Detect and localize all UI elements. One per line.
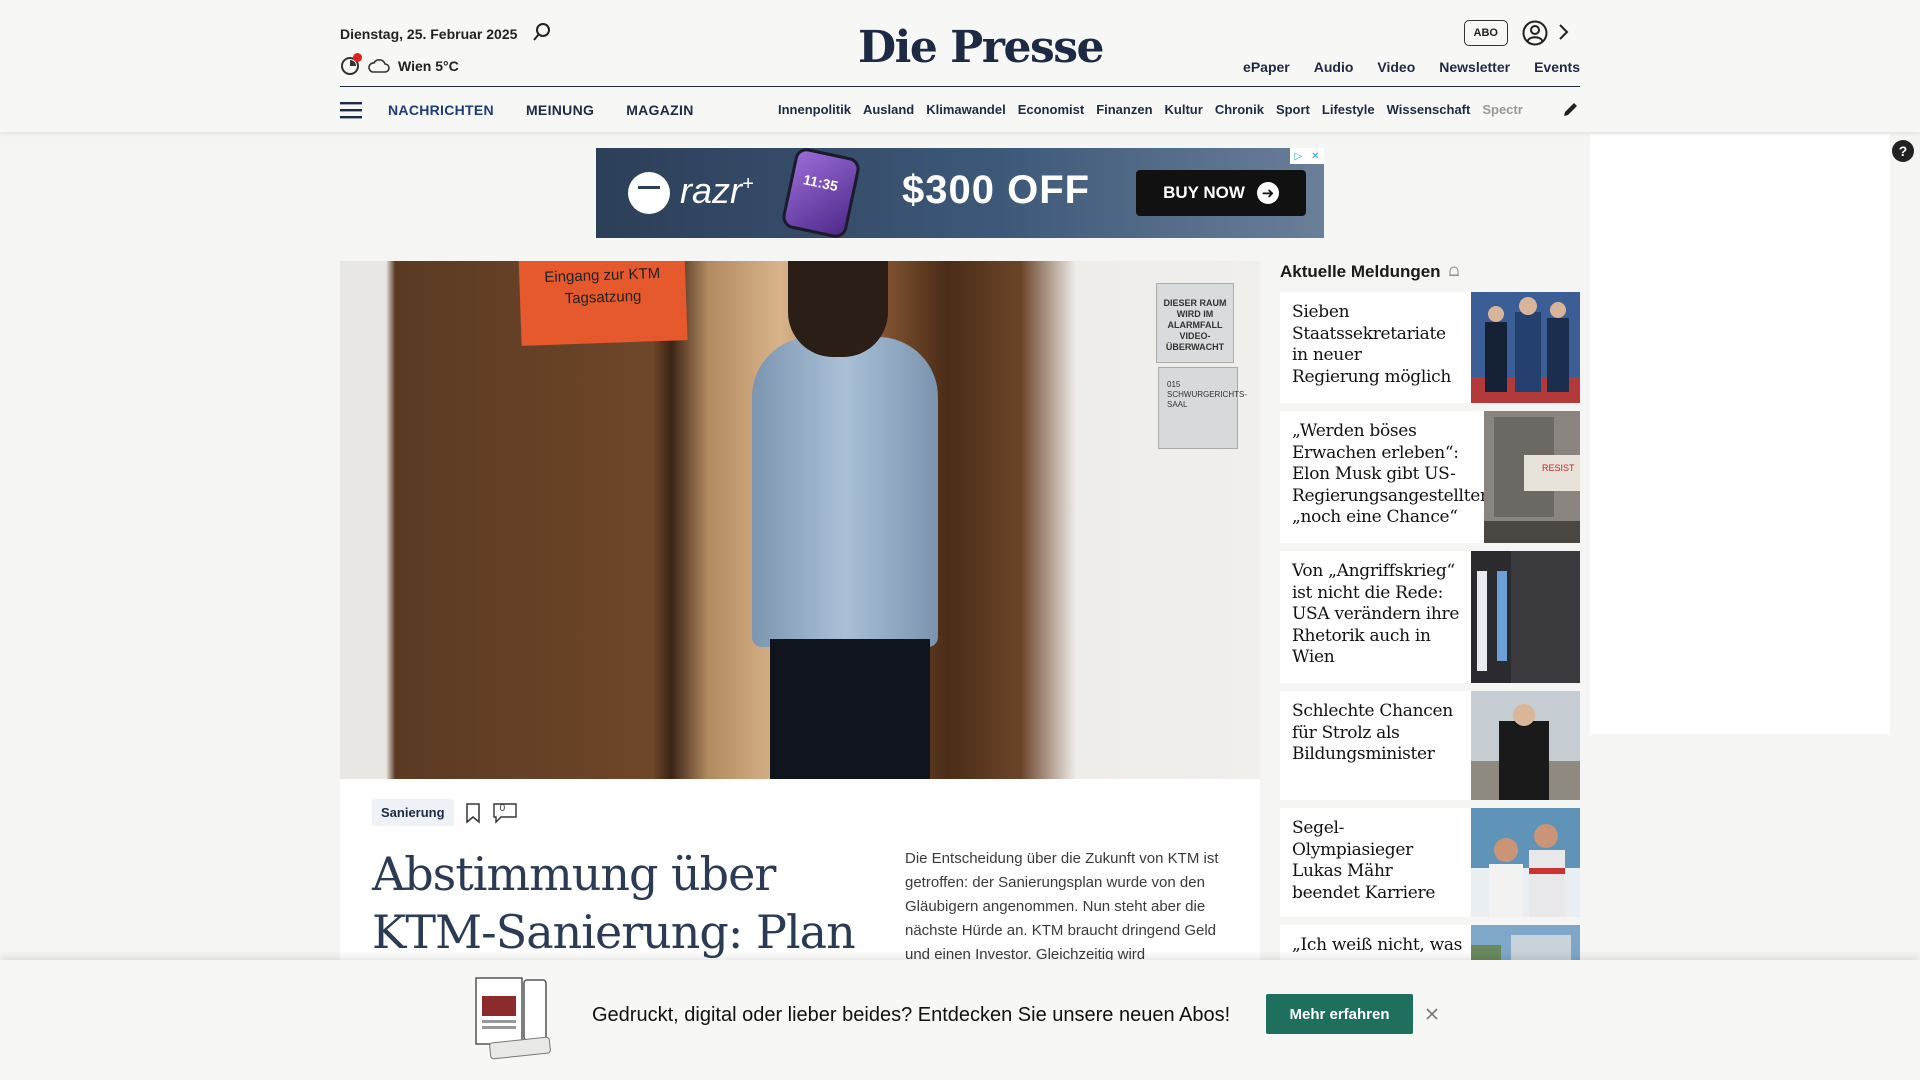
- pencil-icon[interactable]: [1562, 100, 1580, 118]
- subnav-sport[interactable]: Sport: [1276, 102, 1310, 117]
- learn-more-button[interactable]: Mehr erfahren: [1266, 994, 1413, 1034]
- nav-meinung[interactable]: MEINUNG: [526, 102, 594, 118]
- weather-label: Wien 5°C: [398, 58, 459, 74]
- news-item-title: Schlechte Chancen für Strolz als Bildung…: [1292, 701, 1453, 764]
- current-date: Dienstag, 25. Februar 2025: [340, 26, 518, 42]
- advertisement-banner[interactable]: razr+ 11:35 $300 OFF BUY NOW ➜ ▷ ✕: [596, 148, 1324, 238]
- news-item[interactable]: Schlechte Chancen für Strolz als Bildung…: [1280, 691, 1580, 800]
- weather-widget[interactable]: Wien 5°C: [340, 53, 459, 76]
- article-hero-image[interactable]: Eingang zur KTM Tagsatzung DIESER RAUM W…: [340, 261, 1260, 779]
- header-inner: Dienstag, 25. Februar 2025 Wien 5°C Die …: [340, 0, 1580, 132]
- hero-plaque-room: 015 SCHWURGERICHTS-SAAL: [1158, 367, 1247, 449]
- subnav-klimawandel[interactable]: Klimawandel: [926, 102, 1005, 117]
- link-events[interactable]: Events: [1534, 59, 1580, 75]
- news-thumbnail: RESIST: [1484, 411, 1580, 543]
- subnav-ausland[interactable]: Ausland: [863, 102, 914, 117]
- adchoices-icon[interactable]: ▷ ✕: [1290, 148, 1324, 164]
- link-epaper[interactable]: ePaper: [1243, 59, 1290, 75]
- subscription-banner: Gedruckt, digital oder lieber beides? En…: [0, 960, 1920, 1080]
- article-meta-row: Sanierung 0: [372, 799, 518, 826]
- news-item[interactable]: „Werden böses Erwachen erleben“: Elon Mu…: [1280, 411, 1580, 543]
- chevron-right-icon[interactable]: [1556, 22, 1570, 42]
- top-links: ePaper Audio Video Newsletter Events: [1243, 59, 1580, 75]
- subnav-wissenschaft[interactable]: Wissenschaft: [1387, 102, 1471, 117]
- subnav-lifestyle[interactable]: Lifestyle: [1322, 102, 1375, 117]
- category-tag[interactable]: Sanierung: [372, 799, 454, 826]
- news-item-title: Sieben Staatssekretariate in neuer Regie…: [1292, 302, 1452, 387]
- news-heading-label: Aktuelle Meldungen: [1280, 262, 1441, 281]
- ad-offer: $300 OFF: [902, 168, 1091, 212]
- news-thumbnail: [1471, 691, 1580, 800]
- hero-person-shirt: [752, 337, 938, 647]
- hero-person-head: [788, 261, 888, 357]
- news-item[interactable]: Sieben Staatssekretariate in neuer Regie…: [1280, 292, 1580, 403]
- news-section-heading: Aktuelle Meldungen: [1280, 262, 1461, 282]
- nav-nachrichten[interactable]: NACHRICHTEN: [388, 102, 494, 118]
- hero-sign: Eingang zur KTM Tagsatzung: [518, 261, 688, 346]
- newspaper-icon: [475, 977, 551, 1060]
- right-ad-slot: [1590, 134, 1890, 734]
- subnav-chronik[interactable]: Chronik: [1215, 102, 1264, 117]
- user-account-icon[interactable]: [1522, 20, 1548, 46]
- subscription-text: Gedruckt, digital oder lieber beides? En…: [592, 1004, 1231, 1026]
- hamburger-menu-icon[interactable]: [340, 101, 362, 119]
- news-item-title: Segel-Olympiasieger Lukas Mähr beendet K…: [1292, 818, 1436, 903]
- subnav-finanzen[interactable]: Finanzen: [1096, 102, 1152, 117]
- news-item-title: Von „Angriffskrieg“ ist nicht die Rede: …: [1292, 561, 1460, 667]
- subnav-spectrum[interactable]: Spectr: [1482, 102, 1522, 117]
- main-nav-items: NACHRICHTEN MEINUNG MAGAZIN: [388, 102, 694, 118]
- comment-icon[interactable]: 0: [492, 802, 518, 824]
- ad-buy-now-button[interactable]: BUY NOW ➜: [1136, 170, 1306, 216]
- ad-brand: razr+: [680, 170, 754, 211]
- notification-dot: [353, 53, 362, 62]
- news-item[interactable]: Von „Angriffskrieg“ ist nicht die Rede: …: [1280, 551, 1580, 683]
- close-icon[interactable]: [1422, 1004, 1442, 1024]
- motorola-logo-icon: [628, 172, 670, 214]
- link-newsletter[interactable]: Newsletter: [1439, 59, 1510, 75]
- news-thumbnail: [1471, 292, 1580, 403]
- help-icon[interactable]: ?: [1892, 140, 1914, 162]
- search-icon[interactable]: [532, 22, 552, 42]
- sub-nav-items: Innenpolitik Ausland Klimawandel Economi…: [778, 87, 1538, 132]
- site-logo[interactable]: Die Presse: [858, 22, 1104, 73]
- cloud-icon: [368, 59, 390, 73]
- link-video[interactable]: Video: [1377, 59, 1415, 75]
- hero-person-pants: [770, 639, 930, 779]
- article-teaser: Die Entscheidung über die Zukunft von KT…: [905, 850, 1219, 963]
- article-headline[interactable]: Abstimmung über KTM-Sanierung: Plan: [372, 845, 872, 961]
- news-thumbnail: [1471, 808, 1580, 917]
- news-thumbnail: [1471, 551, 1580, 683]
- timer-icon: [340, 53, 362, 76]
- news-item-title: „Ich weiß nicht, was: [1292, 935, 1463, 955]
- subnav-kultur[interactable]: Kultur: [1165, 102, 1203, 117]
- news-item[interactable]: Segel-Olympiasieger Lukas Mähr beendet K…: [1280, 808, 1580, 917]
- phone-image: 11:35: [780, 148, 862, 238]
- svg-text:RESIST: RESIST: [1542, 463, 1575, 473]
- hero-plaque: DIESER RAUM WIRD IM ALARMFALL VIDEO-ÜBER…: [1156, 283, 1234, 363]
- news-item-title: „Werden böses Erwachen erleben“: Elon Mu…: [1292, 421, 1491, 527]
- bell-icon[interactable]: [1447, 265, 1461, 279]
- comment-count: 0: [499, 802, 506, 814]
- abo-button[interactable]: ABO: [1463, 20, 1508, 46]
- arrow-right-icon: ➜: [1256, 182, 1279, 204]
- subnav-innenpolitik[interactable]: Innenpolitik: [778, 102, 851, 117]
- subnav-economist[interactable]: Economist: [1018, 102, 1084, 117]
- bookmark-icon[interactable]: [464, 802, 482, 824]
- lead-article-card[interactable]: Eingang zur KTM Tagsatzung DIESER RAUM W…: [340, 261, 1260, 1021]
- nav-magazin[interactable]: MAGAZIN: [626, 102, 693, 118]
- site-header: Dienstag, 25. Februar 2025 Wien 5°C Die …: [0, 0, 1920, 132]
- link-audio[interactable]: Audio: [1314, 59, 1354, 75]
- main-navigation: NACHRICHTEN MEINUNG MAGAZIN Innenpolitik…: [340, 87, 1580, 132]
